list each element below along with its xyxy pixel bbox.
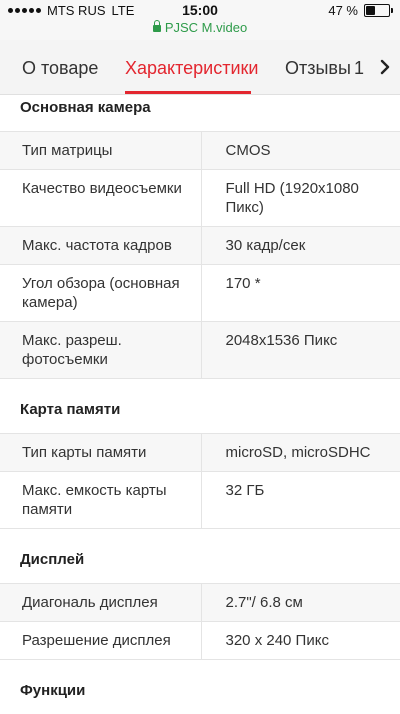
spec-key: Диагональ дисплея xyxy=(0,583,201,622)
specs-table-camera: Тип матрицы CMOS Качество видеосъемки Fu… xyxy=(0,131,400,379)
page-url[interactable]: PJSC M.video xyxy=(0,20,400,35)
table-row: Разрешение дисплея 320 x 240 Пикс xyxy=(0,621,400,660)
battery-percent: 47 % xyxy=(328,3,358,18)
spec-value: 30 кадр/сек xyxy=(200,226,400,265)
table-row: Тип карты памяти microSD, microSDHC xyxy=(0,433,400,472)
specs-table-memory-card: Тип карты памяти microSD, microSDHC Макс… xyxy=(0,433,400,529)
tab-specs[interactable]: Характеристики xyxy=(125,58,258,79)
table-row: Диагональ дисплея 2.7"/ 6.8 см xyxy=(0,583,400,622)
spec-key: Тип карты памяти xyxy=(0,433,201,472)
spec-key: Тип матрицы xyxy=(0,131,201,170)
section-title-functions: Функции xyxy=(20,682,86,699)
status-bar: MTS RUS LTE 15:00 PJSC M.video 47 % xyxy=(0,0,400,40)
tabs-scroll-right-button[interactable] xyxy=(370,40,400,94)
spec-value: 320 x 240 Пикс xyxy=(200,621,400,660)
spec-value: microSD, microSDHC xyxy=(200,433,400,472)
spec-key: Качество видеосъемки xyxy=(0,169,201,227)
product-tabs: О товаре Характеристики Отзывы 1 xyxy=(0,40,400,95)
tab-reviews-count[interactable]: 1 xyxy=(354,58,364,79)
lock-icon xyxy=(152,20,161,32)
spec-value: 32 ГБ xyxy=(200,471,400,529)
table-row: Угол обзора (основная камера) 170 * xyxy=(0,264,400,322)
table-row: Макс. разреш. фотосъемки 2048x1536 Пикс xyxy=(0,321,400,379)
spec-value: 170 * xyxy=(200,264,400,322)
table-row: Макс. емкость карты памяти 32 ГБ xyxy=(0,471,400,529)
battery-icon xyxy=(364,4,393,17)
specs-content: Основная камера Тип матрицы CMOS Качеств… xyxy=(0,95,400,714)
page-url-text: PJSC M.video xyxy=(164,20,248,35)
section-title-display: Дисплей xyxy=(20,551,85,568)
spec-value: CMOS xyxy=(200,131,400,170)
status-right: 47 % xyxy=(328,3,393,18)
tab-reviews[interactable]: Отзывы xyxy=(285,58,351,79)
spec-key: Разрешение дисплея xyxy=(0,621,201,660)
section-title-camera: Основная камера xyxy=(20,99,151,116)
spec-key: Макс. разреш. фотосъемки xyxy=(0,321,201,379)
section-title-memory-card: Карта памяти xyxy=(20,401,121,418)
spec-value: 2048x1536 Пикс xyxy=(200,321,400,379)
specs-table-display: Диагональ дисплея 2.7"/ 6.8 см Разрешени… xyxy=(0,583,400,660)
spec-value: 2.7"/ 6.8 см xyxy=(200,583,400,622)
chevron-right-icon xyxy=(380,59,390,75)
active-tab-indicator xyxy=(125,91,251,94)
spec-key: Угол обзора (основная камера) xyxy=(0,264,201,322)
table-row: Макс. частота кадров 30 кадр/сек xyxy=(0,226,400,265)
table-row: Тип матрицы CMOS xyxy=(0,131,400,170)
spec-key: Макс. частота кадров xyxy=(0,226,201,265)
tab-about[interactable]: О товаре xyxy=(22,58,98,79)
table-row: Качество видеосъемки Full HD (1920x1080 … xyxy=(0,169,400,227)
battery-fill xyxy=(366,6,375,15)
spec-value: Full HD (1920x1080 Пикс) xyxy=(200,169,400,227)
spec-key: Макс. емкость карты памяти xyxy=(0,471,201,529)
